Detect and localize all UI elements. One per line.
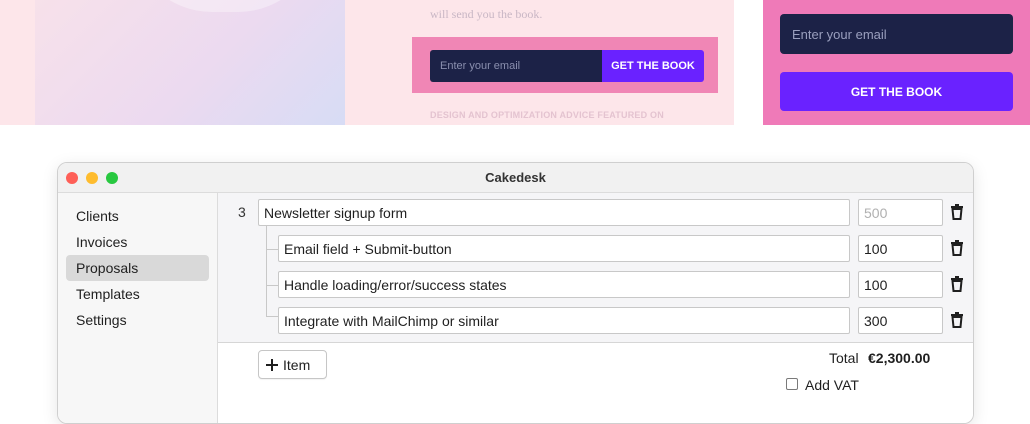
email-input-large[interactable]: Enter your email — [780, 14, 1013, 54]
delete-subitem-trash-icon[interactable] — [950, 312, 964, 328]
featured-on-heading: DESIGN AND OPTIMIZATION ADVICE FEATURED … — [430, 110, 664, 120]
add-item-button[interactable]: Item — [258, 350, 327, 379]
subitem-amount-field[interactable]: 300 — [858, 307, 943, 334]
title-bar: Cakedesk — [58, 163, 973, 193]
subitem-amount-field[interactable]: 100 — [858, 271, 943, 298]
window-title: Cakedesk — [485, 170, 546, 185]
group-title-field[interactable]: Newsletter signup form — [258, 199, 850, 226]
subitem-title-field[interactable]: Email field + Submit-button — [278, 235, 850, 262]
total-label: Total — [829, 350, 859, 366]
get-book-button-small[interactable]: GET THE BOOK — [602, 50, 704, 82]
add-item-label: Item — [283, 356, 311, 373]
subitem-title-field[interactable]: Integrate with MailChimp or similar — [278, 307, 850, 334]
delete-subitem-trash-icon[interactable] — [950, 240, 964, 256]
preview-body-text: will send you the book. — [430, 7, 543, 21]
sidebar-item-settings[interactable]: Settings — [66, 307, 209, 333]
add-vat-checkbox[interactable] — [786, 378, 798, 390]
sidebar: Clients Invoices Proposals Templates Set… — [58, 193, 218, 423]
tree-connector — [266, 226, 267, 316]
sidebar-item-clients[interactable]: Clients — [66, 203, 209, 229]
sidebar-item-proposals[interactable]: Proposals — [66, 255, 209, 281]
group-number: 3 — [238, 204, 246, 220]
plus-icon — [266, 358, 278, 371]
delete-group-trash-icon[interactable] — [950, 204, 964, 220]
email-input-small[interactable]: Enter your email — [430, 50, 602, 82]
proposal-editor: 3 Newsletter signup form 500 Email field… — [218, 193, 973, 423]
delete-subitem-trash-icon[interactable] — [950, 276, 964, 292]
group-amount-field[interactable]: 500 — [858, 199, 943, 226]
get-book-button-large[interactable]: GET THE BOOK — [780, 72, 1013, 111]
add-vat-label[interactable]: Add VAT — [805, 377, 859, 393]
hero-image — [35, 0, 345, 125]
line-items: 3 Newsletter signup form 500 Email field… — [218, 193, 973, 343]
sidebar-item-invoices[interactable]: Invoices — [66, 229, 209, 255]
sidebar-item-templates[interactable]: Templates — [66, 281, 209, 307]
total-value: €2,300.00 — [868, 350, 931, 366]
subitem-amount-field[interactable]: 100 — [858, 235, 943, 262]
app-window: Cakedesk Clients Invoices Proposals Temp… — [57, 162, 974, 424]
subitem-title-field[interactable]: Handle loading/error/success states — [278, 271, 850, 298]
